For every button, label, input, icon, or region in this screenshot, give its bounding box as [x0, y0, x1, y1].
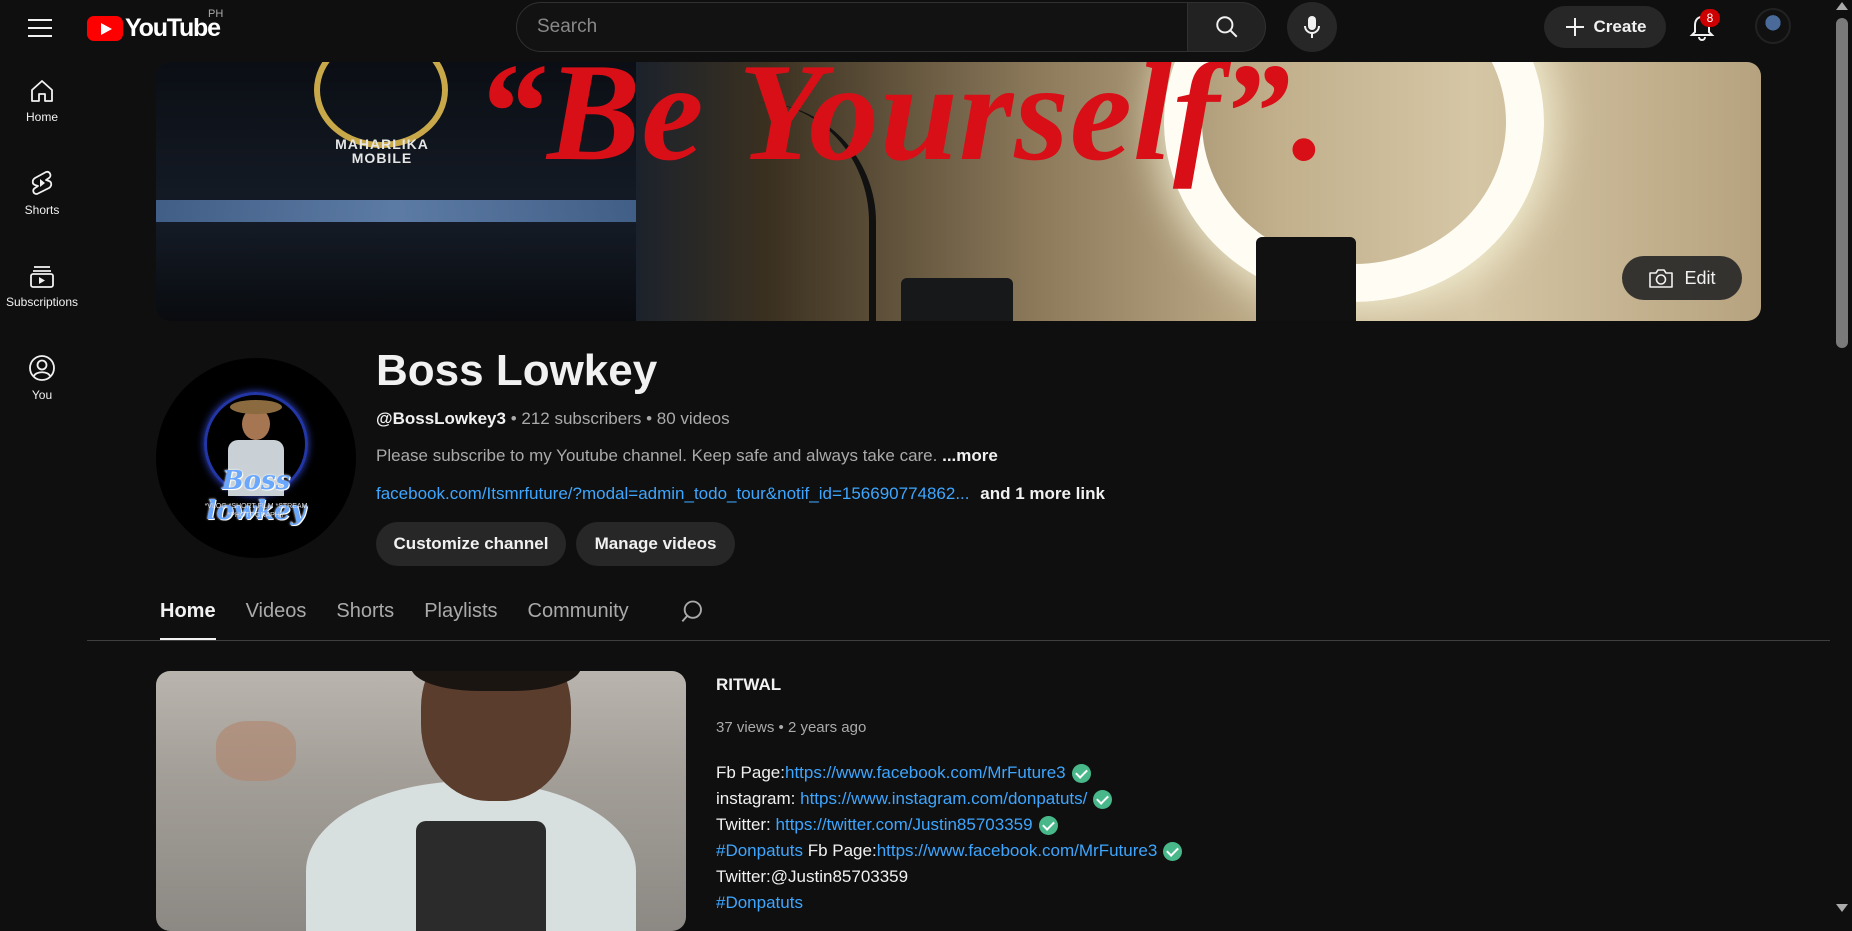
create-button[interactable]: Create [1544, 6, 1666, 48]
view-count: 37 views [716, 719, 775, 736]
home-icon [31, 80, 53, 102]
description-text: Fb Page: [807, 841, 877, 860]
sidebar-item-subscriptions[interactable]: Subscriptions [0, 249, 84, 323]
banner-camera [1256, 237, 1356, 321]
microphone-icon [1304, 16, 1320, 38]
tab-videos[interactable]: Videos [246, 594, 307, 640]
description-text: instagram: [716, 789, 796, 808]
edit-label: Edit [1684, 267, 1716, 288]
hashtag-link[interactable]: #Donpatuts [716, 890, 803, 916]
channel-meta: @BossLowkey3 • 212 subscribers • 80 vide… [376, 409, 730, 429]
avatar-hat [230, 400, 282, 414]
featured-video-description: Fb Page: https://www.facebook.com/MrFutur… [716, 760, 1183, 916]
sidebar-item-you[interactable]: You [0, 341, 84, 415]
description-text: Twitter:@Justin85703359 [716, 867, 909, 886]
description-line: #Donpatuts [716, 890, 1182, 916]
logo-text: YouTube [125, 13, 221, 42]
description-line: Twitter: https://twitter.com/Justin85703… [716, 812, 1182, 838]
video-count: 80 videos [656, 409, 730, 428]
thumb-wall [216, 721, 296, 781]
sidebar-item-label: Home [25, 110, 58, 124]
more-links-button[interactable]: and 1 more link [980, 484, 1105, 503]
sidebar-item-label: Shorts [24, 203, 60, 217]
search-icon [1215, 16, 1237, 38]
description-line: Fb Page: https://www.facebook.com/MrFutur… [716, 760, 1182, 786]
featured-video-meta: 37 views • 2 years ago [716, 719, 866, 736]
tab-home[interactable]: Home [160, 594, 216, 640]
channel-name: Boss Lowkey [376, 346, 658, 395]
verified-check-icon [1093, 789, 1113, 809]
account-icon [29, 355, 55, 381]
top-bar: YouTube PH Create 8 [0, 0, 1832, 56]
notification-count-badge: 8 [1700, 9, 1720, 27]
twitter-link[interactable]: https://twitter.com/Justin85703359 [776, 812, 1033, 838]
featured-video-thumbnail[interactable] [156, 671, 686, 931]
tab-community[interactable]: Community [528, 594, 629, 640]
description-text: Please subscribe to my Youtube channel. … [376, 446, 938, 465]
scroll-down-arrow-icon[interactable] [1836, 904, 1848, 912]
channel-search-button[interactable] [680, 598, 710, 628]
manage-videos-button[interactable]: Manage videos [576, 522, 735, 566]
subscriber-count: 212 subscribers [521, 409, 642, 428]
create-label: Create [1593, 17, 1647, 36]
description-text: Fb Page: [716, 763, 785, 782]
country-code: PH [208, 8, 224, 20]
account-avatar[interactable] [1755, 8, 1791, 44]
channel-link[interactable]: facebook.com/Itsmrfuture/?modal=admin_to… [376, 484, 970, 503]
subscriptions-icon [30, 266, 54, 288]
description-line: #Donpatuts Fb Page: https://www.facebook.… [716, 838, 1183, 864]
featured-video-title[interactable]: RITWAL [716, 675, 781, 695]
channel-tabs: Home Videos Shorts Playlists Community [156, 594, 659, 640]
sidebar-item-home[interactable]: Home [0, 64, 84, 138]
scrollbar-thumb[interactable] [1836, 18, 1848, 348]
youtube-logo[interactable]: YouTube PH [87, 8, 223, 44]
tab-shorts[interactable]: Shorts [336, 594, 394, 640]
sidebar-item-shorts[interactable]: Shorts [0, 156, 84, 230]
tab-playlists[interactable]: Playlists [424, 594, 497, 640]
channel-banner: MAHARLIKA MOBILE “Be Yourself”. [156, 62, 1761, 321]
shorts-icon [31, 170, 53, 195]
search-icon [681, 600, 702, 622]
banner-emblem-text: MAHARLIKA MOBILE [335, 136, 429, 166]
channel-handle: @BossLowkey3 [376, 409, 506, 428]
tabs-divider [87, 640, 1830, 641]
search-button[interactable] [1187, 2, 1266, 52]
banner-quote: “Be Yourself”. [476, 62, 1328, 190]
description-line: Twitter:@Justin85703359 [716, 864, 1182, 890]
verified-check-icon [1038, 815, 1058, 835]
instagram-link[interactable]: https://www.instagram.com/donpatuts/ [800, 786, 1087, 812]
search-box [516, 2, 1188, 52]
youtube-play-icon [87, 15, 123, 41]
edit-banner-button[interactable]: Edit [1622, 256, 1742, 300]
plus-icon [1565, 18, 1584, 36]
meta-separator: • [641, 409, 657, 428]
meta-separator: • [774, 719, 788, 736]
scroll-up-arrow-icon[interactable] [1836, 2, 1848, 10]
description-line: instagram: https://www.instagram.com/don… [716, 786, 1182, 812]
channel-avatar[interactable]: Boss lowkey *VLOG *SHORT FILM *STREAM *P… [156, 358, 356, 558]
customize-channel-button[interactable]: Customize channel [376, 522, 566, 566]
upload-age: 2 years ago [787, 719, 867, 736]
sidebar: Home Shorts Subscriptions You [0, 56, 84, 916]
verified-check-icon [1163, 841, 1183, 861]
description-text: Twitter: [716, 815, 771, 834]
search-input[interactable] [517, 3, 1187, 51]
channel-description: Please subscribe to my Youtube channel. … [376, 446, 998, 466]
sidebar-item-label: You [31, 388, 53, 402]
meta-separator: • [505, 409, 522, 428]
camera-icon [1649, 269, 1674, 288]
voice-search-button[interactable] [1287, 2, 1337, 52]
description-more-button[interactable]: ...more [942, 446, 998, 465]
channel-links: facebook.com/Itsmrfuture/?modal=admin_to… [376, 484, 1105, 504]
menu-icon[interactable] [26, 14, 54, 42]
avatar-subtitle: *VLOG *SHORT FILM *STREAM *PHOTOGRAPHY [204, 503, 308, 519]
facebook-link[interactable]: https://www.facebook.com/MrFuture3 [785, 760, 1066, 786]
banner-glow [156, 200, 636, 222]
hashtag-link[interactable]: #Donpatuts [716, 838, 803, 864]
banner-stand [901, 278, 1013, 321]
verified-check-icon [1071, 763, 1091, 783]
thumb-shirt [416, 821, 546, 931]
sidebar-item-label: Subscriptions [5, 295, 79, 309]
facebook-link[interactable]: https://www.facebook.com/MrFuture3 [877, 838, 1158, 864]
